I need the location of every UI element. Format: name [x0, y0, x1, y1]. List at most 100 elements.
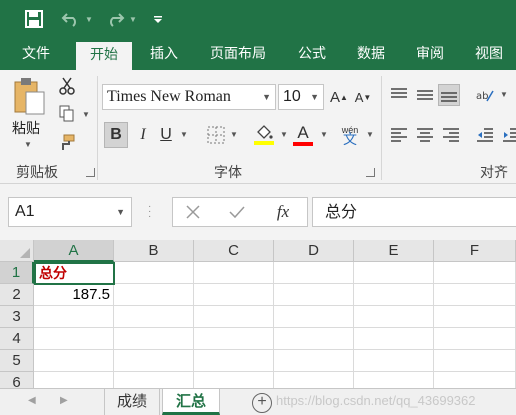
- shrink-font-button[interactable]: A ▼: [352, 84, 374, 110]
- grid-cell[interactable]: [274, 328, 354, 350]
- insert-function-icon[interactable]: fx: [269, 198, 297, 226]
- grid-cell[interactable]: [274, 284, 354, 306]
- clipboard-launcher-icon[interactable]: ↘: [86, 168, 95, 177]
- grid-cell[interactable]: [274, 350, 354, 372]
- row-header-4[interactable]: 4: [0, 328, 34, 350]
- align-center-icon[interactable]: [414, 124, 436, 146]
- paste-button[interactable]: 粘贴: [12, 118, 40, 138]
- column-header-b[interactable]: B: [114, 240, 194, 262]
- align-right-icon[interactable]: [440, 124, 462, 146]
- bold-button[interactable]: B: [104, 122, 128, 148]
- formula-bar-splitter-icon[interactable]: · · ·: [148, 202, 152, 222]
- tab-home[interactable]: 开始: [76, 42, 132, 70]
- grid-cell[interactable]: [114, 306, 194, 328]
- font-name-select[interactable]: Times New Roman ▼: [102, 84, 276, 110]
- align-middle-icon[interactable]: [414, 84, 436, 106]
- phonetic-dropdown-icon[interactable]: ▼: [366, 130, 374, 139]
- save-icon[interactable]: [22, 8, 46, 30]
- redo-dropdown-icon[interactable]: ▼: [128, 8, 138, 30]
- italic-button[interactable]: I: [134, 122, 152, 148]
- grid-cell[interactable]: [434, 284, 516, 306]
- grid-cell[interactable]: [354, 328, 434, 350]
- customize-qat-icon[interactable]: [150, 8, 166, 30]
- grid-cell[interactable]: [354, 350, 434, 372]
- tab-data[interactable]: 数据: [344, 38, 398, 70]
- tab-page-layout[interactable]: 页面布局: [196, 38, 280, 70]
- select-all-button[interactable]: [0, 240, 34, 262]
- tab-view[interactable]: 视图: [462, 38, 516, 70]
- cut-icon[interactable]: [56, 76, 78, 96]
- align-left-icon[interactable]: [388, 124, 410, 146]
- grid-cell[interactable]: [434, 262, 516, 284]
- formula-input[interactable]: 总分: [312, 197, 516, 227]
- underline-dropdown-icon[interactable]: ▼: [180, 130, 188, 139]
- grid-cell[interactable]: [354, 262, 434, 284]
- column-header-d[interactable]: D: [274, 240, 354, 262]
- grid-cell[interactable]: [274, 262, 354, 284]
- grid-cell[interactable]: [114, 262, 194, 284]
- phonetic-button[interactable]: wén 文: [338, 122, 362, 148]
- fill-color-dropdown-icon[interactable]: ▼: [280, 130, 288, 139]
- grid-cell[interactable]: [34, 350, 114, 372]
- align-top-icon[interactable]: [388, 84, 410, 106]
- orientation-icon[interactable]: ab: [474, 84, 496, 106]
- tab-formulas[interactable]: 公式: [286, 38, 338, 70]
- increase-indent-icon[interactable]: [500, 124, 516, 146]
- format-painter-icon[interactable]: [56, 132, 78, 152]
- grid-cell[interactable]: [194, 306, 274, 328]
- grid-cell[interactable]: [194, 262, 274, 284]
- grid-cell[interactable]: [274, 306, 354, 328]
- grid-cell[interactable]: [194, 372, 274, 388]
- row-header-6[interactable]: 6: [0, 372, 34, 388]
- grid-cell[interactable]: [274, 372, 354, 388]
- add-sheet-icon[interactable]: +: [252, 393, 272, 413]
- sheet-nav-left-icon[interactable]: ◀: [28, 395, 36, 406]
- underline-button[interactable]: U: [156, 122, 176, 148]
- sheet-tab-summary[interactable]: 汇总: [162, 389, 220, 415]
- name-box[interactable]: A1 ▼: [8, 197, 132, 227]
- borders-icon[interactable]: [204, 122, 228, 148]
- copy-dropdown-icon[interactable]: ▼: [82, 110, 90, 119]
- font-launcher-icon[interactable]: ↘: [366, 168, 375, 177]
- cell-a1[interactable]: 总分: [34, 262, 115, 285]
- orientation-dropdown-icon[interactable]: ▼: [500, 90, 508, 99]
- grid-cell[interactable]: [114, 284, 194, 306]
- tab-file[interactable]: 文件: [10, 38, 62, 70]
- grid-cell[interactable]: [114, 372, 194, 388]
- undo-icon[interactable]: [60, 8, 82, 30]
- row-header-3[interactable]: 3: [0, 306, 34, 328]
- grid-cell[interactable]: [194, 328, 274, 350]
- cell-a2[interactable]: 187.5: [34, 284, 114, 306]
- grid-cell[interactable]: [34, 372, 114, 388]
- grid-cell[interactable]: [194, 350, 274, 372]
- row-header-5[interactable]: 5: [0, 350, 34, 372]
- grid-cell[interactable]: [434, 328, 516, 350]
- grid-cell[interactable]: [114, 350, 194, 372]
- grid-cell[interactable]: [354, 284, 434, 306]
- paste-dropdown-icon[interactable]: ▼: [24, 140, 32, 149]
- grid-cell[interactable]: [194, 284, 274, 306]
- grid-cell[interactable]: [34, 328, 114, 350]
- font-color-button[interactable]: A: [290, 122, 316, 148]
- font-color-dropdown-icon[interactable]: ▼: [320, 130, 328, 139]
- row-header-1[interactable]: 1: [0, 262, 34, 284]
- grow-font-button[interactable]: A ▲: [328, 84, 350, 110]
- fill-color-button[interactable]: [250, 122, 278, 148]
- grid-cell[interactable]: [434, 372, 516, 388]
- tab-insert[interactable]: 插入: [138, 38, 190, 70]
- decrease-indent-icon[interactable]: [474, 124, 496, 146]
- copy-icon[interactable]: [56, 104, 78, 124]
- column-header-a[interactable]: A: [34, 240, 114, 262]
- grid-cell[interactable]: [434, 306, 516, 328]
- undo-dropdown-icon[interactable]: ▼: [84, 8, 94, 30]
- borders-dropdown-icon[interactable]: ▼: [230, 130, 238, 139]
- column-header-c[interactable]: C: [194, 240, 274, 262]
- align-bottom-icon[interactable]: [438, 84, 460, 106]
- cancel-icon[interactable]: [181, 198, 205, 226]
- grid-cell[interactable]: [114, 328, 194, 350]
- redo-icon[interactable]: [104, 8, 126, 30]
- grid-cell[interactable]: [34, 306, 114, 328]
- column-header-f[interactable]: F: [434, 240, 516, 262]
- font-size-select[interactable]: 10 ▼: [278, 84, 324, 110]
- tab-review[interactable]: 审阅: [404, 38, 456, 70]
